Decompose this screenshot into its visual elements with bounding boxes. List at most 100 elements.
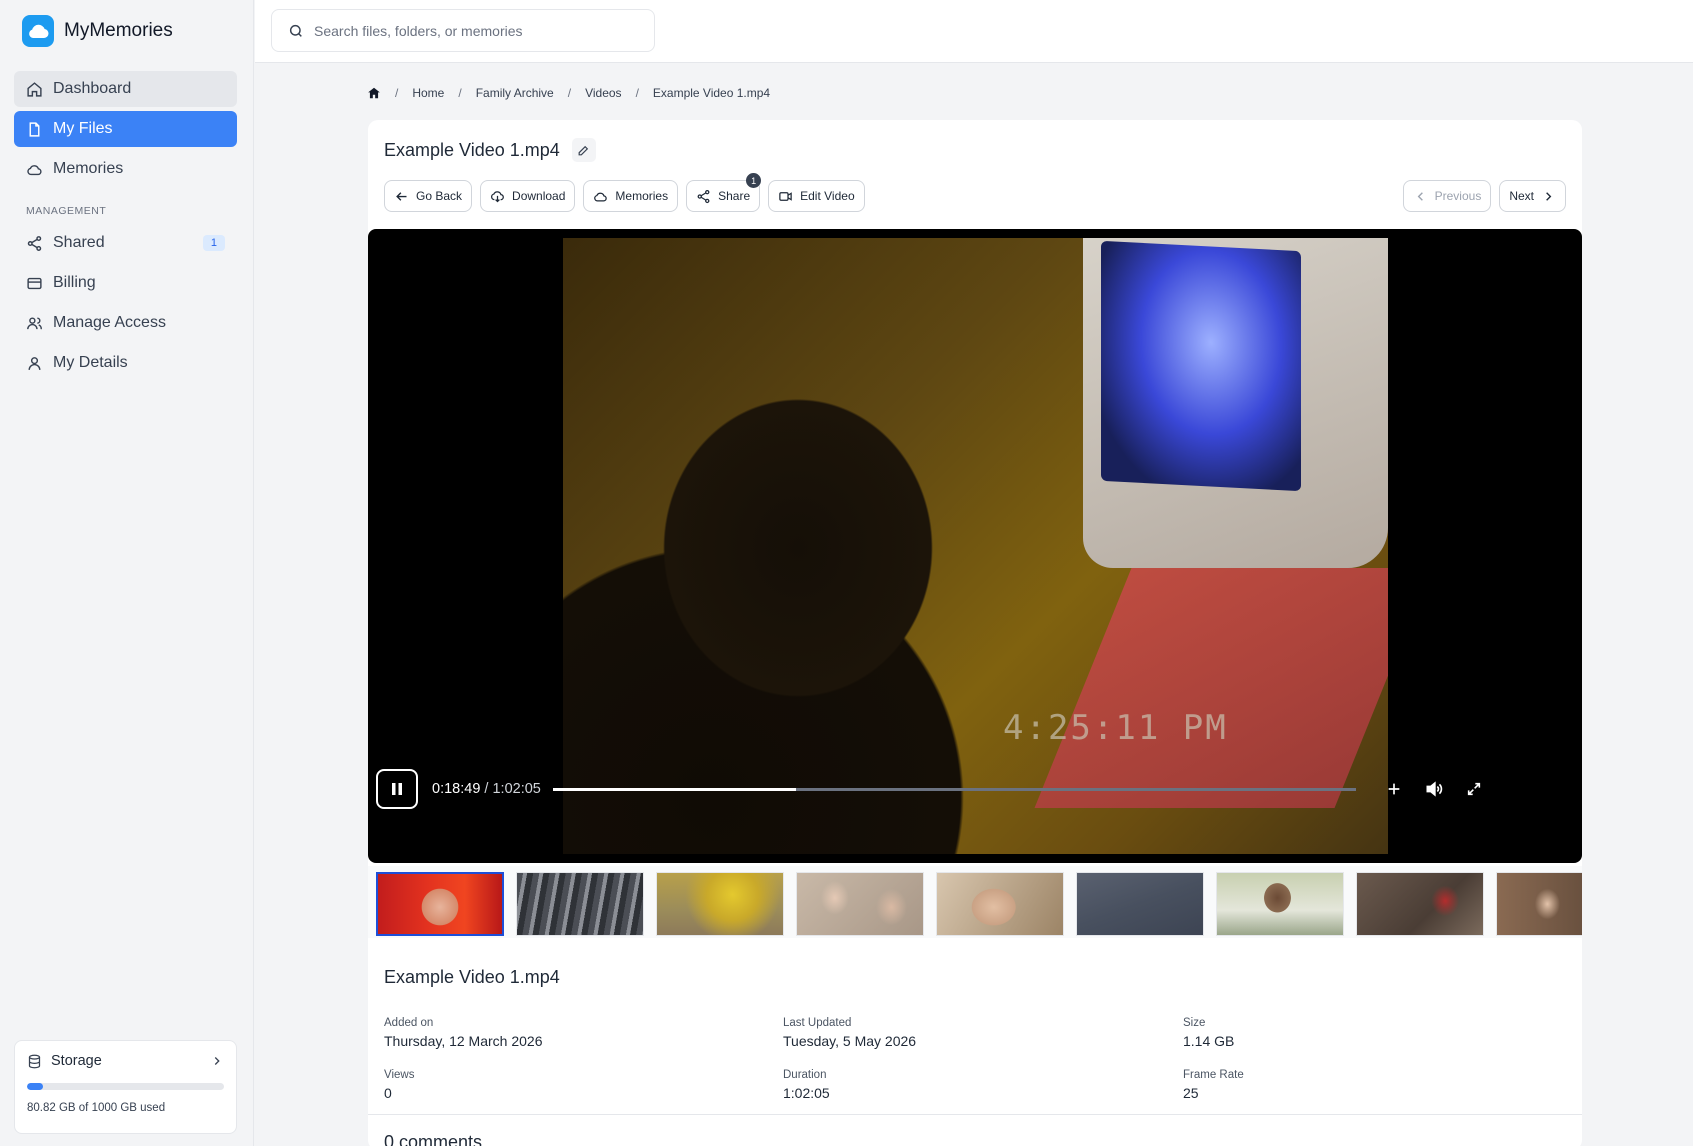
sidebar-item-my-files[interactable]: My Files: [14, 111, 237, 147]
file-icon: [29, 121, 40, 137]
share-icon: [27, 235, 42, 251]
sidebar-item-manage-access[interactable]: Manage Access: [14, 305, 237, 341]
video-controls: 0:18:49 / 1:02:05: [376, 769, 1574, 809]
home-breadcrumb-icon[interactable]: [367, 86, 381, 100]
seek-bar[interactable]: [552, 787, 1356, 791]
search-box[interactable]: [271, 9, 655, 52]
edit-video-button[interactable]: Edit Video: [768, 180, 865, 212]
arrow-left-icon: [396, 191, 407, 201]
search-icon: [289, 24, 302, 37]
divider: [368, 1114, 1582, 1115]
sidebar-nav: Dashboard My Files Memories MANAGEMENT S…: [14, 71, 237, 385]
breadcrumb-separator: /: [395, 86, 399, 100]
meta-frame-rate: Frame Rate 25: [1183, 1069, 1244, 1101]
app-name: MyMemories: [64, 20, 173, 41]
storage-used-text: 80.82 GB of 1000 GB used: [27, 1102, 166, 1114]
current-time: 0:18:49: [432, 781, 481, 797]
storage-label: Storage: [51, 1053, 102, 1069]
sidebar-item-label: My Details: [53, 354, 128, 371]
action-toolbar: Go Back Download Memories Share 1 Edit V…: [384, 173, 865, 212]
thumbnail[interactable]: [796, 872, 924, 936]
sidebar-item-label: Billing: [53, 274, 96, 291]
video-scene-monitor: [1083, 238, 1388, 568]
video-overlay-timestamp: 4:25:11 PM: [1003, 708, 1228, 748]
download-button[interactable]: Download: [480, 180, 576, 212]
sidebar-item-label: Dashboard: [53, 80, 132, 97]
cloud-download-icon: [491, 190, 504, 202]
total-time: 1:02:05: [492, 781, 541, 797]
memories-button[interactable]: Memories: [583, 180, 679, 212]
video-camera-icon: [779, 191, 792, 201]
cloud-icon: [27, 164, 42, 175]
home-icon: [27, 81, 42, 97]
pencil-icon: [578, 145, 589, 155]
details-title: Example Video 1.mp4: [384, 967, 560, 987]
nav-section-management: MANAGEMENT: [26, 205, 107, 217]
sidebar-item-shared[interactable]: Shared 1: [14, 225, 237, 261]
volume-icon[interactable]: [1424, 779, 1444, 799]
sidebar-item-memories[interactable]: Memories: [14, 151, 237, 187]
thumbnail[interactable]: [936, 872, 1064, 936]
database-icon: [28, 1054, 41, 1068]
cloud-icon: [594, 192, 608, 202]
thumbnail[interactable]: [656, 872, 784, 936]
meta-added-on: Added on Thursday, 12 March 2026: [384, 1017, 543, 1049]
brand[interactable]: MyMemories: [22, 15, 173, 47]
fullscreen-icon[interactable]: [1466, 781, 1482, 797]
seek-bar-progress: [552, 787, 797, 791]
time-display: 0:18:49 / 1:02:05: [432, 781, 541, 797]
meta-last-updated: Last Updated Tuesday, 5 May 2026: [783, 1017, 917, 1049]
thumbnail[interactable]: [376, 872, 504, 936]
thumbnail[interactable]: [1076, 872, 1204, 936]
sidebar-item-dashboard[interactable]: Dashboard: [14, 71, 237, 107]
meta-views: Views 0: [384, 1069, 415, 1101]
storage-progress-fill: [27, 1083, 43, 1090]
breadcrumb-videos[interactable]: Videos: [585, 86, 621, 100]
user-icon: [28, 356, 41, 370]
share-count-badge: 1: [746, 173, 762, 188]
storage-progress-bar: [27, 1083, 224, 1090]
breadcrumb: / Home / Family Archive / Videos / Examp…: [367, 86, 770, 100]
share-button[interactable]: Share 1: [686, 173, 762, 212]
breadcrumb-separator: /: [567, 86, 572, 100]
breadcrumb-separator: /: [458, 86, 462, 100]
next-button[interactable]: Next: [1499, 180, 1566, 212]
meta-duration: Duration 1:02:05: [783, 1069, 830, 1101]
sidebar-item-label: Manage Access: [53, 314, 166, 331]
plus-icon[interactable]: [1386, 781, 1402, 797]
thumbnail-strip: [368, 866, 1582, 938]
cloud-logo-icon: [22, 15, 54, 47]
chevron-right-icon: [1546, 191, 1552, 201]
rename-button[interactable]: [571, 138, 596, 162]
sidebar: MyMemories Dashboard My Files Memories M…: [0, 0, 254, 1146]
credit-card-icon: [27, 277, 42, 289]
comments-title: 0 comments: [384, 1132, 483, 1146]
breadcrumb-separator: /: [635, 86, 639, 100]
search-input[interactable]: [314, 22, 634, 39]
pager: Previous Next: [1402, 180, 1566, 212]
go-back-button[interactable]: Go Back: [384, 180, 473, 212]
meta-size: Size 1.14 GB: [1183, 1017, 1235, 1049]
breadcrumb-home[interactable]: Home: [412, 86, 444, 100]
breadcrumb-family-archive[interactable]: Family Archive: [476, 86, 554, 100]
chevron-left-icon: [1417, 191, 1423, 201]
thumbnail[interactable]: [1496, 872, 1582, 936]
pause-button[interactable]: [376, 769, 418, 809]
thumbnail[interactable]: [516, 872, 644, 936]
sidebar-item-my-details[interactable]: My Details: [14, 345, 237, 381]
video-frame: 4:25:11 PM: [563, 238, 1388, 854]
pause-icon: [392, 783, 402, 795]
sidebar-item-label: Shared: [53, 234, 105, 251]
users-icon: [27, 316, 42, 329]
thumbnail[interactable]: [1216, 872, 1344, 936]
previous-button[interactable]: Previous: [1402, 180, 1492, 212]
file-title: Example Video 1.mp4: [384, 139, 560, 160]
share-icon: [697, 189, 710, 203]
video-player[interactable]: 4:25:11 PM 0:18:49 / 1:02:05: [368, 229, 1582, 863]
thumbnail[interactable]: [1356, 872, 1484, 936]
file-viewer-card: Example Video 1.mp4 Go Back Download Mem…: [368, 120, 1582, 1146]
storage-widget[interactable]: Storage 80.82 GB of 1000 GB used: [14, 1040, 237, 1134]
breadcrumb-current: Example Video 1.mp4: [652, 86, 771, 100]
top-bar: [255, 0, 1693, 63]
sidebar-item-billing[interactable]: Billing: [14, 265, 237, 301]
